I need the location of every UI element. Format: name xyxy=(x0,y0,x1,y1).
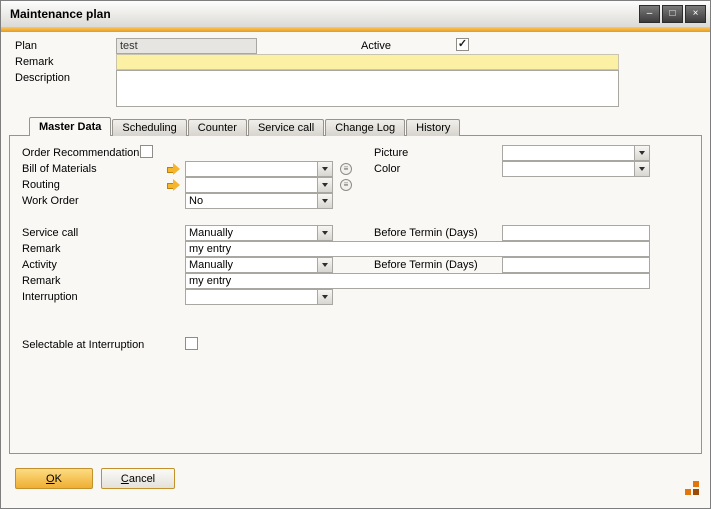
dropdown-arrow-icon[interactable] xyxy=(317,194,332,208)
work-order-value: No xyxy=(186,194,317,208)
tab-change-log[interactable]: Change Log xyxy=(325,119,405,136)
ok-button[interactable]: OK xyxy=(15,468,93,489)
interruption-label: Interruption xyxy=(22,291,78,303)
activity-remark-label: Remark xyxy=(22,275,61,287)
tab-master-data[interactable]: Master Data xyxy=(29,117,111,136)
dropdown-arrow-icon[interactable] xyxy=(317,162,332,176)
routing-select[interactable] xyxy=(185,177,333,193)
list-circle-icon[interactable] xyxy=(340,163,352,175)
order-recommendation-label: Order Recommendation xyxy=(22,147,139,159)
selectable-at-interruption-checkbox[interactable] xyxy=(185,337,198,350)
bill-of-materials-label: Bill of Materials xyxy=(22,163,97,175)
cancel-button[interactable]: Cancel xyxy=(101,468,175,489)
order-recommendation-checkbox[interactable] xyxy=(140,145,153,158)
activity-label: Activity xyxy=(22,259,57,271)
dropdown-arrow-icon[interactable] xyxy=(317,178,332,192)
close-icon[interactable]: × xyxy=(685,5,706,23)
routing-value xyxy=(186,178,317,192)
tab-counter[interactable]: Counter xyxy=(188,119,247,136)
service-call-label: Service call xyxy=(22,227,78,239)
window-title: Maintenance plan xyxy=(10,7,111,21)
picture-select[interactable] xyxy=(502,145,650,161)
remark-label: Remark xyxy=(15,56,54,68)
bill-of-materials-select[interactable] xyxy=(185,161,333,177)
service-before-termin-label: Before Termin (Days) xyxy=(374,227,478,239)
description-label: Description xyxy=(15,72,70,84)
tab-service-call[interactable]: Service call xyxy=(248,119,324,136)
selectable-at-interruption-label: Selectable at Interruption xyxy=(22,339,144,351)
resize-grip-icon[interactable] xyxy=(685,481,699,495)
dropdown-arrow-icon[interactable] xyxy=(634,162,649,176)
maintenance-plan-window: Maintenance plan – □ × Plan Active ✓ Rem… xyxy=(0,0,711,509)
minimize-icon[interactable]: – xyxy=(639,5,660,23)
routing-label: Routing xyxy=(22,179,60,191)
interruption-select[interactable] xyxy=(185,289,333,305)
color-select[interactable] xyxy=(502,161,650,177)
service-call-select[interactable]: Manually xyxy=(185,225,333,241)
tab-history[interactable]: History xyxy=(406,119,460,136)
plan-input[interactable] xyxy=(116,38,257,54)
description-input[interactable] xyxy=(116,70,619,107)
service-remark-input[interactable] xyxy=(185,241,650,257)
plan-label: Plan xyxy=(15,40,37,52)
check-mark-icon: ✓ xyxy=(457,39,468,50)
work-order-select[interactable]: No xyxy=(185,193,333,209)
dropdown-arrow-icon[interactable] xyxy=(317,258,332,272)
color-value xyxy=(503,162,634,176)
service-call-value: Manually xyxy=(186,226,317,240)
activity-remark-input[interactable] xyxy=(185,273,650,289)
list-circle-icon[interactable] xyxy=(340,179,352,191)
window-controls: – □ × xyxy=(639,5,706,23)
service-remark-label: Remark xyxy=(22,243,61,255)
active-checkbox[interactable]: ✓ xyxy=(456,38,469,51)
activity-select[interactable]: Manually xyxy=(185,257,333,273)
link-arrow-icon[interactable] xyxy=(167,179,181,192)
tab-strip: Master Data Scheduling Counter Service c… xyxy=(29,117,461,136)
interruption-value xyxy=(186,290,317,304)
picture-label: Picture xyxy=(374,147,408,159)
link-arrow-icon[interactable] xyxy=(167,163,181,176)
maximize-icon[interactable]: □ xyxy=(662,5,683,23)
remark-input[interactable] xyxy=(116,54,619,70)
picture-value xyxy=(503,146,634,160)
color-label: Color xyxy=(374,163,400,175)
accent-bar xyxy=(1,27,710,32)
tab-scheduling[interactable]: Scheduling xyxy=(112,119,186,136)
title-bar[interactable]: Maintenance plan – □ × xyxy=(1,1,710,28)
activity-value: Manually xyxy=(186,258,317,272)
work-order-label: Work Order xyxy=(22,195,79,207)
active-label: Active xyxy=(361,40,391,52)
dropdown-arrow-icon[interactable] xyxy=(317,290,332,304)
service-before-termin-input[interactable] xyxy=(502,225,650,241)
master-data-panel: Order Recommendation Picture Bill of Mat… xyxy=(9,135,702,454)
activity-before-termin-label: Before Termin (Days) xyxy=(374,259,478,271)
bill-of-materials-value xyxy=(186,162,317,176)
dropdown-arrow-icon[interactable] xyxy=(317,226,332,240)
activity-before-termin-input[interactable] xyxy=(502,257,650,273)
dropdown-arrow-icon[interactable] xyxy=(634,146,649,160)
